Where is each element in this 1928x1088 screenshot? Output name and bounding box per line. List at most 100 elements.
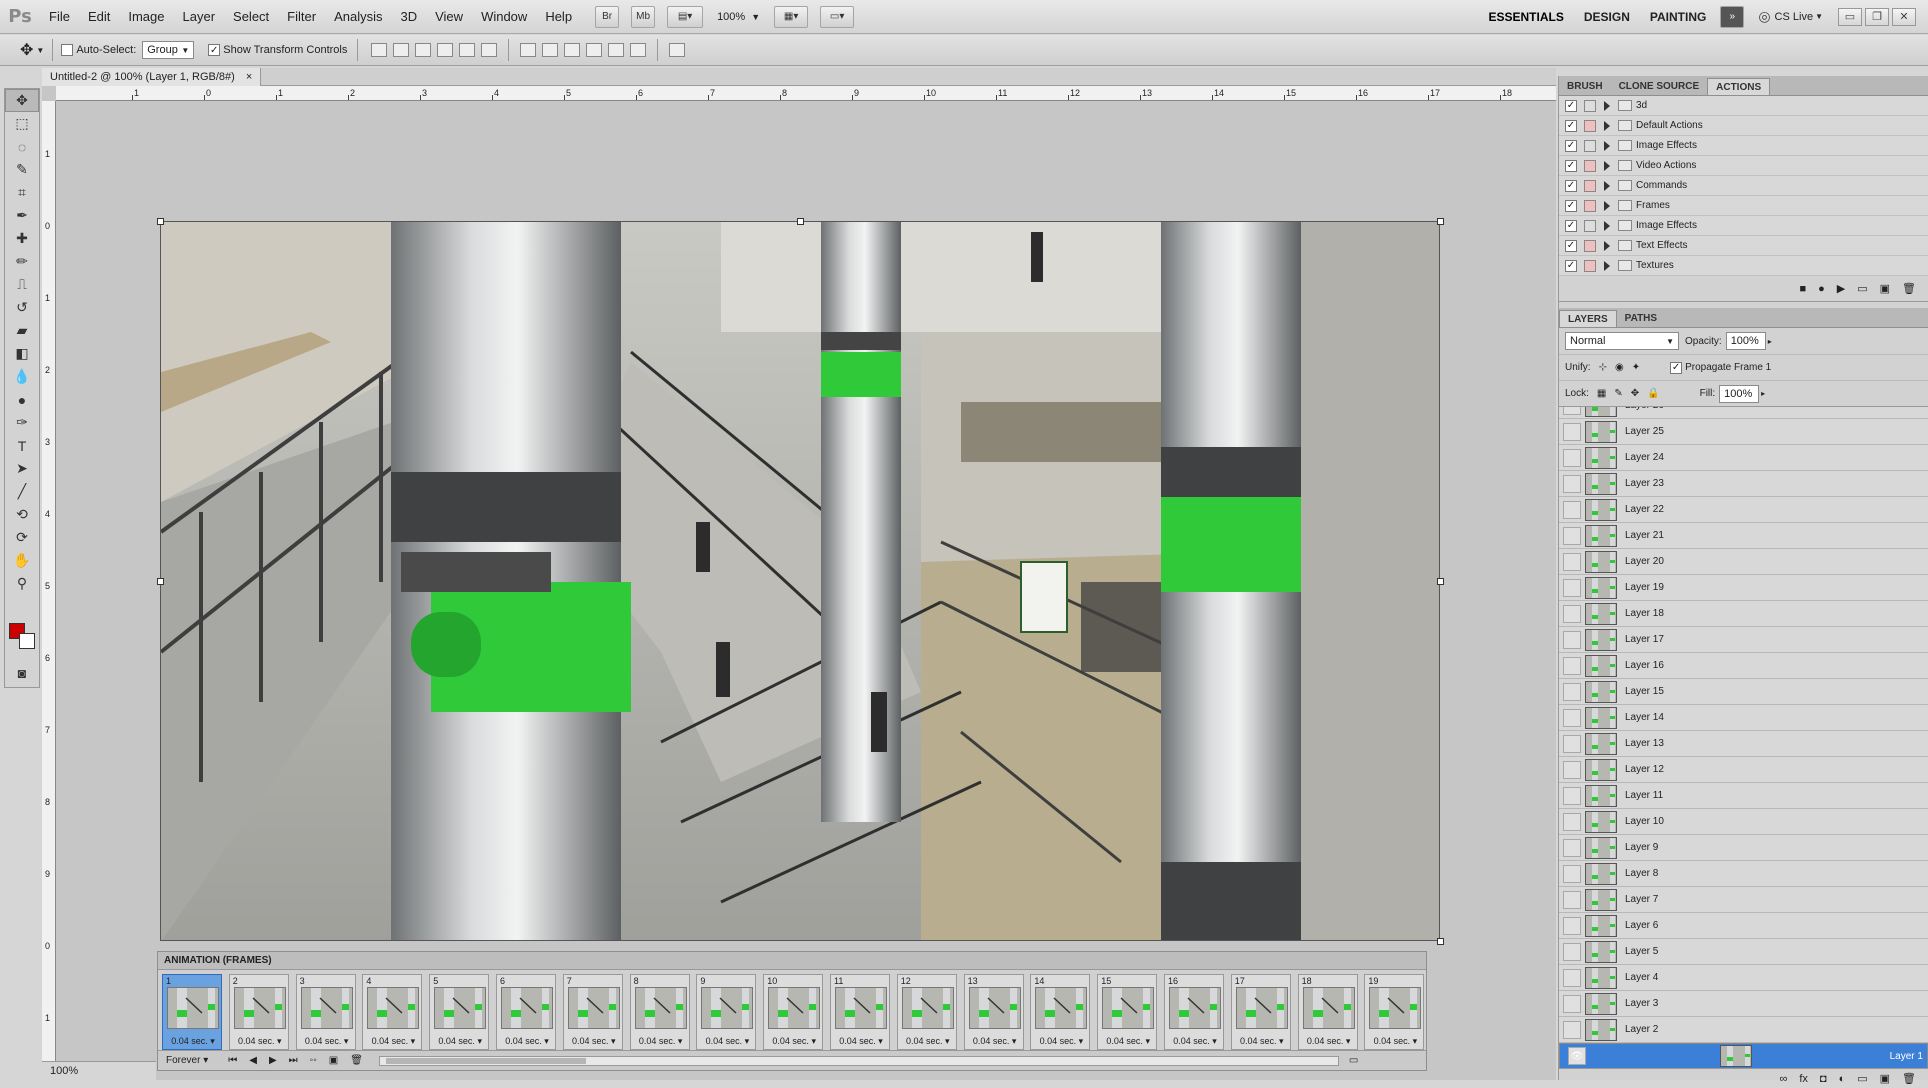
- layer-row[interactable]: Layer 4: [1559, 965, 1928, 991]
- visibility-toggle[interactable]: [1563, 734, 1581, 753]
- layer-row[interactable]: Layer 5: [1559, 939, 1928, 965]
- distribute-left-icon[interactable]: [586, 43, 603, 57]
- layer-row[interactable]: Layer 8: [1559, 861, 1928, 887]
- path-select-tool[interactable]: ➤: [5, 457, 39, 480]
- transform-handle-t[interactable]: [797, 218, 804, 225]
- layer-row[interactable]: Layer 19: [1559, 575, 1928, 601]
- transform-handle-br[interactable]: [1437, 938, 1444, 945]
- action-set[interactable]: ✓ Text Effects: [1559, 236, 1928, 256]
- layer-row[interactable]: Layer 26: [1559, 407, 1928, 419]
- layer-row[interactable]: Layer 10: [1559, 809, 1928, 835]
- unify-style-icon[interactable]: ✦: [1632, 362, 1640, 373]
- menu-view[interactable]: View: [426, 0, 472, 34]
- unify-position-icon[interactable]: ⊹: [1599, 362, 1607, 373]
- loop-dropdown[interactable]: Forever ▾: [166, 1055, 208, 1066]
- frame-delay-dropdown[interactable]: 0.04 sec. ▾: [898, 1036, 958, 1047]
- screen-mode-dropdown[interactable]: ▭▾: [820, 5, 855, 28]
- crop-tool[interactable]: ⌗: [5, 181, 39, 204]
- tab-brush[interactable]: BRUSH: [1559, 78, 1611, 95]
- expand-triangle-icon[interactable]: [1604, 260, 1610, 271]
- duplicate-frame-icon[interactable]: ▣: [329, 1055, 338, 1066]
- gradient-tool[interactable]: ◧: [5, 342, 39, 365]
- layer-row[interactable]: Layer 13: [1559, 731, 1928, 757]
- animation-frame[interactable]: 14 0.04 sec. ▾: [1030, 974, 1091, 1050]
- frame-delay-dropdown[interactable]: 0.04 sec. ▾: [831, 1036, 891, 1047]
- restore-button[interactable]: ❐: [1865, 7, 1889, 26]
- layer-row[interactable]: Layer 7: [1559, 887, 1928, 913]
- visibility-toggle[interactable]: [1563, 552, 1581, 571]
- dialog-toggle[interactable]: [1584, 199, 1596, 212]
- timeline-mode-icon[interactable]: ▭: [1349, 1055, 1358, 1066]
- dialog-toggle[interactable]: [1584, 259, 1596, 272]
- expand-triangle-icon[interactable]: [1604, 180, 1610, 191]
- zoom-tool[interactable]: ⚲: [5, 572, 39, 595]
- action-set[interactable]: ✓ Frames: [1559, 196, 1928, 216]
- animation-frame[interactable]: 5 0.04 sec. ▾: [429, 974, 490, 1050]
- dialog-toggle[interactable]: [1584, 239, 1596, 252]
- visibility-toggle[interactable]: [1563, 604, 1581, 623]
- layer-row[interactable]: Layer 21: [1559, 523, 1928, 549]
- frame-delay-dropdown[interactable]: 0.04 sec. ▾: [230, 1036, 290, 1047]
- action-set[interactable]: ✓ Image Effects: [1559, 216, 1928, 236]
- minimize-button[interactable]: ▭: [1838, 7, 1862, 26]
- layer-row[interactable]: Layer 14: [1559, 705, 1928, 731]
- visibility-toggle[interactable]: [1563, 448, 1581, 467]
- visibility-toggle[interactable]: [1563, 422, 1581, 441]
- play-icon[interactable]: ▶: [1837, 282, 1845, 295]
- bridge-button[interactable]: Br: [595, 5, 620, 28]
- delete-layer-icon[interactable]: 🗑: [1902, 1072, 1916, 1085]
- 3d-orbit-tool[interactable]: ⟳: [5, 526, 39, 549]
- new-layer-icon[interactable]: ▣: [1880, 1072, 1890, 1085]
- expand-triangle-icon[interactable]: [1604, 220, 1610, 231]
- animation-frame[interactable]: 12 0.04 sec. ▾: [896, 974, 958, 1050]
- previous-frame-icon[interactable]: ◀: [249, 1055, 257, 1066]
- layer-mask-icon[interactable]: ◘: [1820, 1073, 1827, 1085]
- frame-delay-dropdown[interactable]: 0.04 sec. ▾: [764, 1036, 824, 1047]
- menu-image[interactable]: Image: [119, 0, 173, 34]
- action-set[interactable]: ✓ Commands: [1559, 176, 1928, 196]
- layer-row[interactable]: Layer 15: [1559, 679, 1928, 705]
- visibility-toggle[interactable]: [1563, 407, 1581, 415]
- frame-delay-dropdown[interactable]: 0.04 sec. ▾: [1299, 1036, 1359, 1047]
- link-layers-icon[interactable]: ∞: [1780, 1073, 1788, 1085]
- transform-handle-tl[interactable]: [157, 218, 164, 225]
- status-zoom[interactable]: 100%: [50, 1065, 78, 1077]
- layer-style-icon[interactable]: fx: [1799, 1073, 1808, 1085]
- history-brush-tool[interactable]: ↺: [5, 296, 39, 319]
- animation-frame[interactable]: 8 0.04 sec. ▾: [629, 974, 690, 1050]
- visibility-toggle[interactable]: [1563, 760, 1581, 779]
- animation-frame[interactable]: 13 0.04 sec. ▾: [963, 974, 1024, 1050]
- visibility-toggle[interactable]: [1563, 1020, 1581, 1039]
- visibility-toggle[interactable]: [1563, 994, 1581, 1013]
- blend-mode-dropdown[interactable]: Normal ▼: [1565, 332, 1679, 350]
- delete-icon[interactable]: 🗑: [1902, 282, 1916, 295]
- animation-frame[interactable]: 18 0.04 sec. ▾: [1297, 974, 1359, 1050]
- animation-frame[interactable]: 3 0.04 sec. ▾: [295, 974, 356, 1050]
- visibility-toggle[interactable]: [1563, 708, 1581, 727]
- visibility-toggle[interactable]: [1563, 682, 1581, 701]
- chevron-right-icon[interactable]: ▸: [1768, 337, 1772, 346]
- visibility-toggle[interactable]: [1563, 812, 1581, 831]
- align-vcenter-icon[interactable]: [393, 43, 410, 57]
- frame-delay-dropdown[interactable]: 0.04 sec. ▾: [1232, 1036, 1292, 1047]
- menu-analysis[interactable]: Analysis: [325, 0, 391, 34]
- healing-tool[interactable]: ✚: [5, 227, 39, 250]
- expand-triangle-icon[interactable]: [1604, 120, 1610, 131]
- shape-tool[interactable]: ╱: [5, 480, 39, 503]
- lock-transparency-icon[interactable]: ▦: [1597, 388, 1606, 399]
- layer-row[interactable]: Layer 24: [1559, 445, 1928, 471]
- blur-tool[interactable]: 💧: [5, 365, 39, 388]
- layer-row[interactable]: Layer 12: [1559, 757, 1928, 783]
- frame-delay-dropdown[interactable]: 0.04 sec. ▾: [1365, 1036, 1425, 1047]
- more-workspaces-button[interactable]: »: [1720, 5, 1745, 28]
- animation-frame[interactable]: 6 0.04 sec. ▾: [496, 974, 556, 1050]
- quick-mask-icon[interactable]: ◙: [5, 661, 39, 684]
- marquee-tool[interactable]: ⬚: [5, 112, 39, 135]
- frame-delay-dropdown[interactable]: 0.04 sec. ▾: [430, 1036, 490, 1047]
- frame-delay-dropdown[interactable]: 0.04 sec. ▾: [497, 1036, 557, 1047]
- layer-row[interactable]: 👁 Layer 1: [1559, 1043, 1928, 1068]
- expand-triangle-icon[interactable]: [1604, 200, 1610, 211]
- tab-clone-source[interactable]: CLONE SOURCE: [1611, 78, 1708, 95]
- chevron-down-icon[interactable]: ▼: [1815, 12, 1823, 21]
- transform-handle-tr[interactable]: [1437, 218, 1444, 225]
